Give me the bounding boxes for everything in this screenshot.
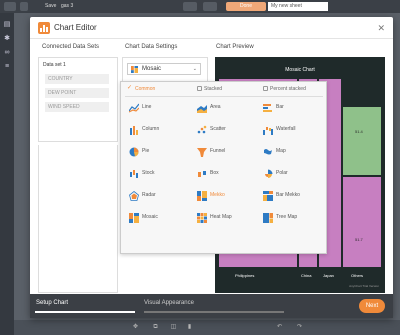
option-stacked[interactable]: Stacked (197, 86, 222, 93)
mosaic-cell (343, 177, 381, 267)
mekko-chart-icon (197, 191, 207, 201)
database-icon[interactable]: ≡ (3, 63, 11, 71)
checkbox-icon (197, 86, 202, 92)
step-visual-appearance[interactable]: Visual Appearance (144, 300, 194, 306)
chart-preview-heading: Chart Preview (216, 44, 254, 50)
app-toolbar: Save gas 3 Done My new sheet (0, 0, 400, 13)
radar-chart-icon (129, 191, 139, 201)
save-button[interactable]: Save (45, 3, 56, 10)
device-button[interactable] (203, 2, 217, 11)
option-percent-stacked[interactable]: Percent stacked (263, 86, 306, 93)
link-icon[interactable]: ∞ (3, 49, 11, 57)
x-axis-label: Philippines (235, 273, 255, 278)
area-chart-icon (197, 105, 207, 113)
pie-chart-icon (129, 147, 139, 157)
column-chart-icon (130, 126, 138, 135)
pages-icon[interactable]: ▤ (3, 21, 11, 29)
value-label: 51.7 (355, 237, 363, 242)
checkbox-icon (263, 86, 268, 92)
value-label: 51.4 (355, 129, 363, 134)
checkmark-icon: ✓ (127, 85, 133, 92)
progress-step-1 (35, 311, 135, 313)
data-field[interactable]: COUNTRY (45, 74, 109, 84)
chevron-down-icon: ⌄ (192, 66, 197, 72)
step-setup-chart[interactable]: Setup Chart (36, 300, 68, 306)
zoom-label[interactable]: gas 3 (61, 3, 73, 10)
mosaic-cell (343, 107, 381, 175)
chart-type-dropdown: ✓ Common Stacked Percent stacked Line Are… (120, 81, 327, 254)
left-rail: ▤ ✱ ∞ ≡ (0, 13, 14, 335)
chart-type-select[interactable]: Mosaic ⌄ (127, 63, 201, 75)
layers-icon[interactable]: ◫ (170, 324, 177, 331)
data-set-panel (38, 145, 118, 293)
chart-credit: AnyChart Trial Version (349, 284, 379, 288)
close-icon[interactable]: ✕ (377, 22, 385, 34)
chart-type-label: Mosaic (142, 66, 162, 72)
stock-chart-icon (130, 170, 138, 178)
mosaic-chart-icon (129, 213, 139, 223)
chart-editor-dialog: Chart Editor ✕ Connected Data Sets Chart… (30, 17, 393, 318)
delete-icon[interactable]: ▮ (186, 324, 193, 331)
dialog-title: Chart Editor (54, 23, 97, 32)
divider (125, 96, 323, 97)
data-set-card[interactable]: Data set 1 COUNTRY DEW POINT WIND SPEED (38, 57, 118, 142)
scatter-chart-icon (197, 125, 207, 134)
box-chart-icon (198, 171, 206, 177)
mosaic-icon (131, 66, 138, 73)
chart-editor-logo-icon (38, 22, 50, 34)
bottom-toolbar: ✥ ⧉ ◫ ▮ ↶ ↷ (14, 320, 400, 335)
redo-icon[interactable]: ↷ (296, 324, 303, 331)
waterfall-chart-icon (263, 127, 273, 135)
sheet-name-field[interactable]: My new sheet (268, 2, 328, 11)
bar-mekko-chart-icon (263, 191, 273, 201)
data-field[interactable]: WIND SPEED (45, 102, 109, 112)
data-field[interactable]: DEW POINT (45, 88, 109, 98)
dialog-header: Chart Editor ✕ (30, 17, 393, 39)
publish-button[interactable]: Done (226, 2, 266, 11)
puzzle-icon[interactable]: ✱ (3, 35, 11, 43)
tree-map-icon (263, 213, 273, 223)
menu-button[interactable] (20, 2, 28, 11)
x-axis-label: Japan (323, 273, 334, 278)
polar-chart-icon (265, 169, 273, 178)
x-axis-label: Others (351, 273, 364, 278)
connected-data-sets-heading: Connected Data Sets (42, 44, 100, 50)
dialog-footer: Setup Chart Visual Appearance Next (30, 294, 393, 318)
x-axis-label: China (301, 273, 312, 278)
view-button[interactable] (183, 2, 197, 11)
arrange-icon[interactable]: ⧉ (152, 324, 159, 331)
undo-icon[interactable]: ↶ (276, 324, 283, 331)
heat-map-icon (197, 213, 207, 223)
chart-data-settings-heading: Chart Data Settings (125, 44, 178, 50)
next-button[interactable]: Next (359, 299, 385, 313)
bar-chart-icon (263, 104, 272, 112)
line-chart-icon (129, 103, 139, 113)
progress-step-2 (144, 311, 284, 313)
funnel-chart-icon (197, 148, 207, 157)
map-icon (264, 149, 272, 155)
option-common[interactable]: ✓ Common (127, 85, 155, 93)
data-set-title: Data set 1 (43, 62, 66, 68)
preview-chart-title: Mosaic Chart (285, 67, 315, 73)
back-button[interactable] (4, 2, 16, 11)
move-icon[interactable]: ✥ (132, 324, 139, 331)
